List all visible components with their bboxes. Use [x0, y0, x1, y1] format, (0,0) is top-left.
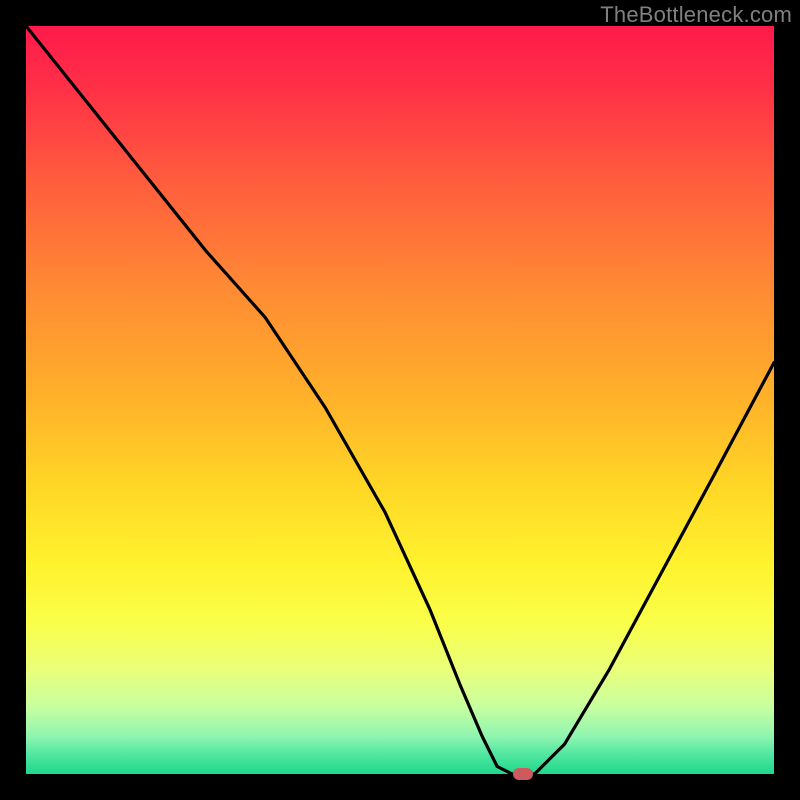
bottleneck-curve: [26, 26, 774, 774]
watermark-text: TheBottleneck.com: [600, 2, 792, 28]
optimal-point-marker: [513, 768, 533, 780]
plot-area: [26, 26, 774, 774]
chart-frame: TheBottleneck.com: [0, 0, 800, 800]
